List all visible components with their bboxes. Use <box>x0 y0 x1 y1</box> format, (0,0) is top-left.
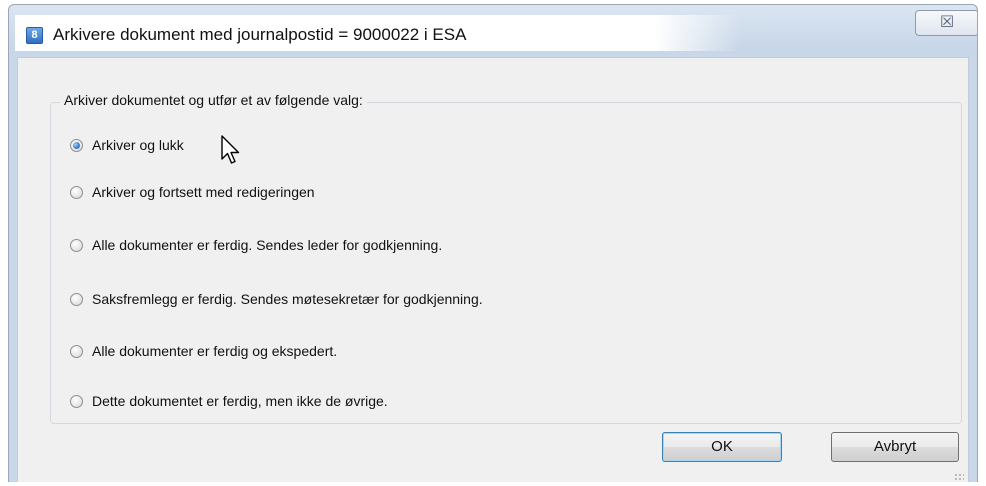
ok-button[interactable]: OK <box>662 432 782 462</box>
option-label: Alle dokumenter er ferdig. Sendes leder … <box>92 237 443 253</box>
option-label: Alle dokumenter er ferdig og ekspedert. <box>92 343 338 359</box>
radio-button[interactable] <box>70 292 83 306</box>
window-title: Arkivere dokument med journalpostid = 90… <box>53 25 467 44</box>
app-icon: 8 <box>26 27 43 44</box>
option-label: Saksfremlegg er ferdig. Sendes møtesekre… <box>92 291 483 307</box>
dialog-window: 8 Arkivere dokument med journalpostid = … <box>8 4 978 482</box>
option-sendes-motesekretaer[interactable]: Saksfremlegg er ferdig. Sendes møtesekre… <box>70 289 483 309</box>
option-arkiver-og-lukk[interactable]: Arkiver og lukk <box>70 135 184 155</box>
radio-button[interactable] <box>70 185 83 199</box>
mouse-cursor-icon <box>221 135 240 164</box>
options-group-legend: Arkiver dokumentet og utfør et av følgen… <box>60 92 367 108</box>
option-ferdig-og-ekspedert[interactable]: Alle dokumenter er ferdig og ekspedert. <box>70 341 337 361</box>
option-label: Dette dokumentet er ferdig, men ikke de … <box>92 393 388 409</box>
option-label: Arkiver og lukk <box>92 137 184 153</box>
resize-grip-icon[interactable] <box>954 473 964 482</box>
dialog-client-area: Arkiver dokumentet og utfør et av følgen… <box>17 57 969 482</box>
radio-button[interactable] <box>70 238 83 252</box>
option-dette-dokumentet-ferdig[interactable]: Dette dokumentet er ferdig, men ikke de … <box>70 391 388 411</box>
cancel-button[interactable]: Avbryt <box>831 432 959 462</box>
title-bar[interactable]: 8 Arkivere dokument med journalpostid = … <box>9 5 977 57</box>
radio-button[interactable] <box>70 344 83 358</box>
radio-button[interactable] <box>70 394 83 408</box>
option-arkiver-og-fortsett[interactable]: Arkiver og fortsett med redigeringen <box>70 182 315 202</box>
option-label: Arkiver og fortsett med redigeringen <box>92 184 315 200</box>
options-group <box>50 102 962 424</box>
close-button[interactable]: ☒ <box>915 10 977 36</box>
close-icon: ☒ <box>939 14 955 31</box>
radio-button[interactable] <box>70 138 83 152</box>
option-sendes-leder[interactable]: Alle dokumenter er ferdig. Sendes leder … <box>70 235 442 255</box>
